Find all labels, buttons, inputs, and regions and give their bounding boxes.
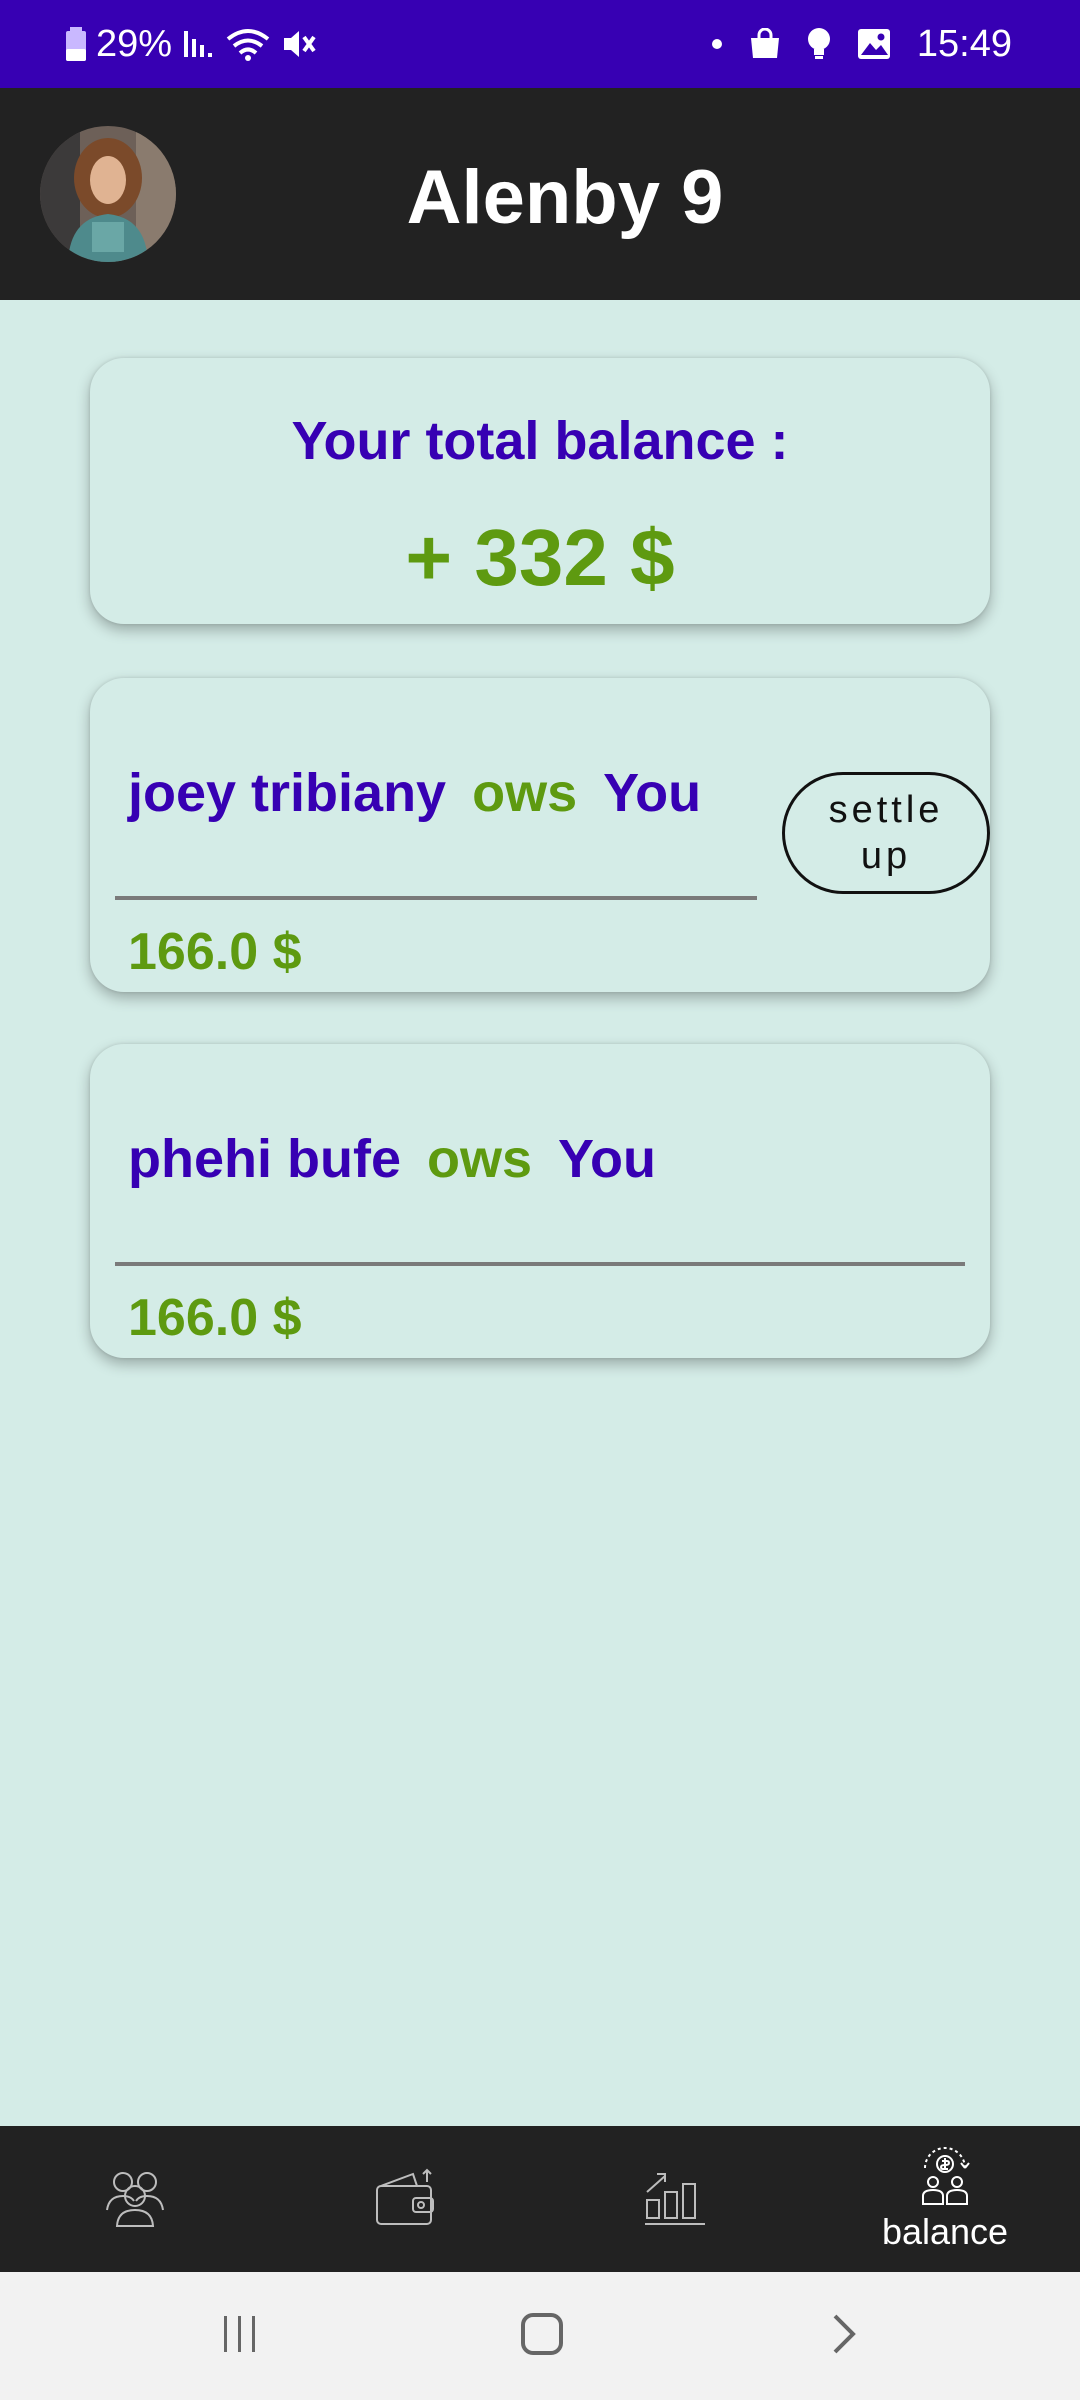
creditor-name: You bbox=[603, 763, 702, 823]
signal-icon bbox=[182, 27, 216, 61]
debt-card: phehi bufe ows You 166.0 $ bbox=[90, 1044, 990, 1358]
nav-item-stats[interactable] bbox=[540, 2126, 810, 2272]
app-bar: Alenby 9 bbox=[0, 88, 1080, 300]
owes-label: ows bbox=[472, 763, 578, 823]
debt-description: phehi bufe ows You bbox=[128, 1128, 656, 1190]
debt-amount: 166.0 $ bbox=[128, 923, 302, 981]
nav-item-balance[interactable]: balance bbox=[810, 2126, 1080, 2272]
recent-apps-button[interactable] bbox=[180, 2272, 300, 2400]
total-balance-label: Your total balance : bbox=[291, 411, 789, 471]
mute-icon bbox=[280, 27, 316, 61]
divider bbox=[115, 1262, 965, 1266]
debt-card: joey tribiany ows You 166.0 $ settle up bbox=[90, 678, 990, 992]
battery-percent: 29% bbox=[96, 22, 173, 65]
debt-amount: 166.0 $ bbox=[128, 1289, 302, 1347]
total-balance-card: Your total balance : + 332 $ bbox=[90, 358, 990, 624]
dot-icon bbox=[711, 38, 723, 50]
page-title: Alenby 9 bbox=[406, 155, 724, 240]
chart-icon bbox=[643, 2166, 707, 2233]
nav-item-expenses[interactable] bbox=[270, 2126, 540, 2272]
status-bar: 29% 15:49 bbox=[0, 0, 1080, 88]
owes-label: ows bbox=[426, 1129, 533, 1189]
battery-icon bbox=[66, 27, 86, 61]
bottom-navigation: balance bbox=[0, 2126, 1080, 2272]
wallet-icon bbox=[373, 2166, 437, 2233]
debtor-name: joey tribiany bbox=[128, 763, 447, 823]
creditor-name: You bbox=[558, 1129, 656, 1189]
nav-item-label: balance bbox=[881, 2210, 1009, 2252]
debtor-name: phehi bufe bbox=[128, 1129, 401, 1189]
debt-description: joey tribiany ows You bbox=[128, 762, 701, 824]
total-balance-amount: + 332 $ bbox=[405, 513, 675, 602]
system-navigation-bar bbox=[0, 2272, 1080, 2400]
home-icon bbox=[520, 2312, 564, 2361]
nav-item-groups[interactable] bbox=[0, 2126, 270, 2272]
gallery-icon bbox=[857, 28, 891, 60]
recents-icon bbox=[220, 2314, 260, 2359]
bulb-icon bbox=[807, 27, 831, 61]
clock: 15:49 bbox=[916, 22, 1012, 65]
shopping-bag-icon bbox=[749, 28, 781, 60]
group-icon bbox=[103, 2166, 167, 2233]
wifi-icon bbox=[226, 27, 270, 61]
back-button[interactable] bbox=[784, 2272, 904, 2400]
divider bbox=[115, 896, 757, 900]
settle-up-button[interactable]: settle up bbox=[782, 772, 990, 894]
chevron-right-icon bbox=[829, 2312, 859, 2361]
balance-icon bbox=[915, 2146, 975, 2211]
home-button[interactable] bbox=[482, 2272, 602, 2400]
